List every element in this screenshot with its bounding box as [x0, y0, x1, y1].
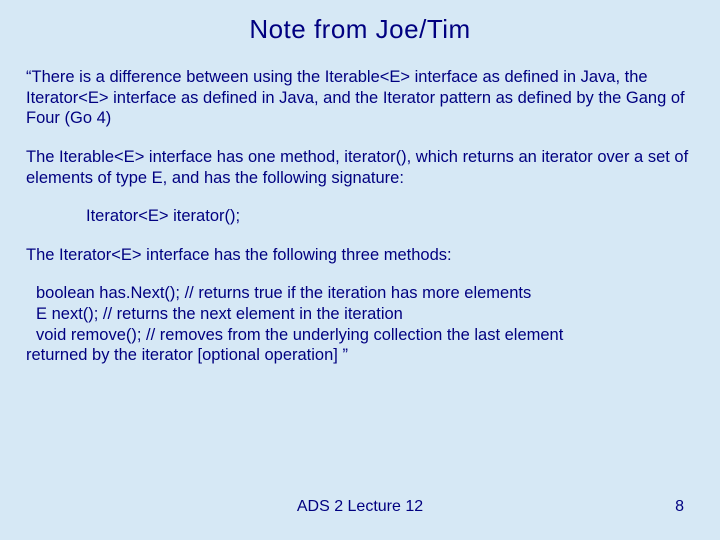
paragraph-intro: “There is a difference between using the…: [26, 67, 694, 129]
code-signature: Iterator<E> iterator();: [86, 206, 694, 227]
method-remove-cont: returned by the iterator [optional opera…: [26, 345, 694, 366]
method-block: boolean has.Next(); // returns true if t…: [26, 283, 694, 366]
slide: Note from Joe/Tim “There is a difference…: [0, 0, 720, 540]
footer-lecture: ADS 2 Lecture 12: [0, 498, 720, 516]
slide-title: Note from Joe/Tim: [26, 14, 694, 45]
paragraph-iterator: The Iterator<E> interface has the follow…: [26, 245, 694, 266]
slide-body: “There is a difference between using the…: [26, 67, 694, 366]
method-next: E next(); // returns the next element in…: [36, 304, 694, 325]
method-hasnext: boolean has.Next(); // returns true if t…: [36, 283, 694, 304]
paragraph-iterable: The Iterable<E> interface has one method…: [26, 147, 694, 188]
method-remove: void remove(); // removes from the under…: [36, 325, 694, 346]
page-number: 8: [675, 498, 684, 516]
